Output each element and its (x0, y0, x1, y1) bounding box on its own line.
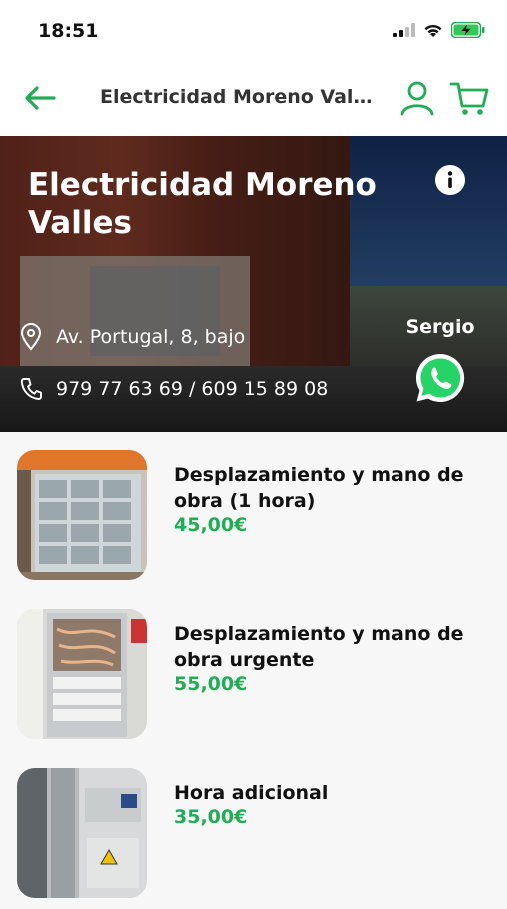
service-image (17, 768, 147, 898)
status-bar: 18:51 (0, 0, 507, 62)
business-address[interactable]: Av. Portugal, 8, bajo (20, 323, 245, 351)
service-price: 55,00€ (174, 673, 248, 695)
service-price: 45,00€ (174, 514, 248, 536)
business-phone[interactable]: 979 77 63 69 / 609 15 89 08 (20, 377, 328, 401)
wifi-icon (424, 24, 442, 37)
cart-icon[interactable] (449, 78, 491, 118)
service-title: Desplazamiento y mano de obra (1 hora) (174, 464, 464, 512)
status-icons (393, 22, 485, 38)
info-icon[interactable] (434, 164, 466, 196)
back-arrow-icon[interactable] (20, 80, 60, 116)
status-time: 18:51 (38, 20, 99, 42)
user-icon[interactable] (397, 78, 437, 118)
service-title: Desplazamiento y mano de obra urgente (174, 623, 464, 671)
list-item[interactable]: Desplazamiento y mano de obra (1 hora) 4… (0, 432, 507, 591)
whatsapp-icon[interactable] (413, 351, 467, 405)
page-title: Electricidad Moreno Valles (100, 86, 375, 108)
address-text: Av. Portugal, 8, bajo (56, 326, 246, 348)
contact-name: Sergio (405, 316, 475, 338)
service-image (17, 609, 147, 739)
battery-charging-icon (451, 22, 485, 38)
service-title: Hora adicional (174, 782, 329, 804)
service-image (17, 450, 147, 580)
service-price: 35,00€ (174, 806, 248, 828)
cellular-signal-icon (393, 23, 415, 37)
service-list: Desplazamiento y mano de obra (1 hora) 4… (0, 432, 507, 909)
location-pin-icon (20, 323, 42, 351)
nav-bar: Electricidad Moreno Valles (0, 62, 507, 136)
phone-icon (20, 378, 42, 400)
phone-text: 979 77 63 69 / 609 15 89 08 (56, 378, 329, 400)
list-item[interactable]: Hora adicional 35,00€ (0, 750, 507, 909)
business-name: Electricidad Moreno Valles (28, 167, 377, 241)
list-item[interactable]: Desplazamiento y mano de obra urgente 55… (0, 591, 507, 750)
